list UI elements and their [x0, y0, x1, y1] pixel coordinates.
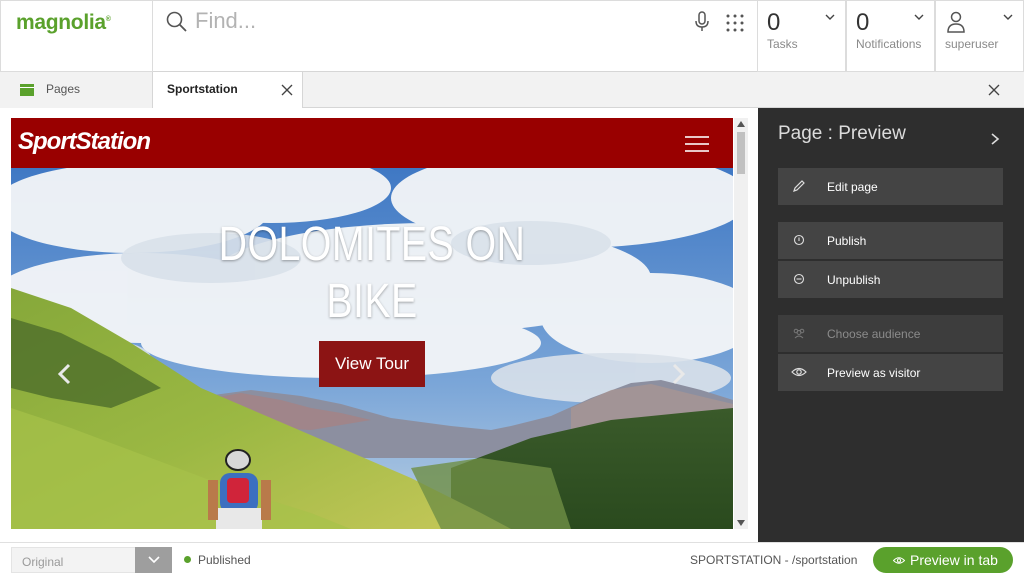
tasks-widget[interactable]: 0 Tasks [757, 0, 846, 72]
search-icon[interactable] [165, 10, 189, 34]
scroll-up-arrow-icon[interactable] [737, 121, 745, 127]
scrollbar-thumb[interactable] [737, 132, 745, 174]
user-widget[interactable]: superuser [935, 0, 1024, 72]
preview-as-visitor-button[interactable]: Preview as visitor [778, 354, 1003, 391]
edit-page-label: Edit page [827, 180, 878, 194]
unpublish-label: Unpublish [827, 273, 881, 287]
page-preview-area: SportStation DOLOMITES ON BIKE View Tour [0, 108, 758, 542]
close-tab-icon[interactable] [281, 84, 293, 96]
variant-select[interactable]: Original [11, 547, 172, 573]
page-path: SPORTSTATION - /sportstation [690, 553, 858, 567]
status-bar: Original Published SPORTSTATION - /sport… [0, 542, 1024, 576]
eye-icon [893, 557, 905, 564]
carousel-next-icon[interactable] [672, 363, 686, 385]
variant-value: Original [22, 555, 64, 569]
search-input[interactable] [195, 7, 675, 35]
carousel-prev-icon[interactable] [57, 363, 71, 385]
pencil-icon [793, 180, 805, 192]
tab-sportstation-label: Sportstation [167, 82, 238, 96]
unpublish-icon [793, 273, 805, 285]
chevron-right-icon[interactable] [990, 133, 1000, 145]
chevron-down-icon [1003, 14, 1013, 20]
pages-app-icon [20, 84, 34, 96]
preview-in-tab-label: Preview in tab [910, 552, 998, 568]
sportstation-logo[interactable]: SportStation [18, 128, 151, 156]
eye-icon [791, 367, 807, 377]
choose-audience-label: Choose audience [827, 327, 921, 341]
tab-sportstation[interactable]: Sportstation [153, 72, 303, 109]
publication-status: Published [198, 553, 251, 567]
hero-title: DOLOMITES ON BIKE [218, 218, 526, 328]
variant-dropdown-button[interactable] [135, 547, 172, 573]
audience-icon [793, 328, 805, 339]
app-header: magnolia® 0 Tasks 0 Notifications [0, 0, 1024, 72]
publish-button[interactable]: Publish [778, 222, 1003, 259]
notifications-label: Notifications [856, 37, 922, 51]
publish-icon [793, 234, 805, 246]
site-navbar: SportStation [11, 118, 733, 168]
magnolia-logo: magnolia® [16, 11, 111, 34]
search-bar [153, 0, 757, 72]
panel-title: Page : Preview [778, 123, 906, 144]
tab-bar: Pages Sportstation [0, 72, 1024, 109]
hero-carousel: DOLOMITES ON BIKE View Tour [11, 168, 733, 529]
preview-scrollbar[interactable] [734, 118, 748, 529]
preview-as-visitor-label: Preview as visitor [827, 366, 921, 380]
choose-audience-button: Choose audience [778, 315, 1003, 352]
action-panel: Page : Preview Edit page Publish Unpubli… [758, 108, 1024, 542]
close-app-icon[interactable] [988, 84, 1000, 96]
view-tour-button[interactable]: View Tour [319, 341, 425, 387]
chevron-down-icon [148, 556, 160, 564]
publish-label: Publish [827, 234, 867, 248]
user-icon [947, 11, 965, 33]
tasks-label: Tasks [767, 37, 798, 51]
user-label: superuser [945, 37, 999, 51]
chevron-down-icon [914, 14, 924, 20]
scroll-down-arrow-icon[interactable] [737, 520, 745, 526]
microphone-icon[interactable] [693, 11, 711, 33]
unpublish-button[interactable]: Unpublish [778, 261, 1003, 298]
hamburger-menu-icon[interactable] [685, 136, 709, 152]
preview-in-tab-button[interactable]: Preview in tab [873, 547, 1013, 573]
tab-pages[interactable]: Pages [0, 72, 153, 108]
tab-pages-label: Pages [46, 82, 81, 96]
chevron-down-icon [825, 14, 835, 20]
edit-page-button[interactable]: Edit page [778, 168, 1003, 205]
app-launcher-icon[interactable] [725, 13, 745, 33]
notifications-count: 0 [856, 9, 870, 36]
logo-area[interactable]: magnolia® [0, 0, 153, 72]
site-preview-frame[interactable]: SportStation DOLOMITES ON BIKE View Tour [11, 118, 733, 529]
status-dot [184, 556, 191, 563]
tasks-count: 0 [767, 9, 781, 36]
notifications-widget[interactable]: 0 Notifications [846, 0, 935, 72]
